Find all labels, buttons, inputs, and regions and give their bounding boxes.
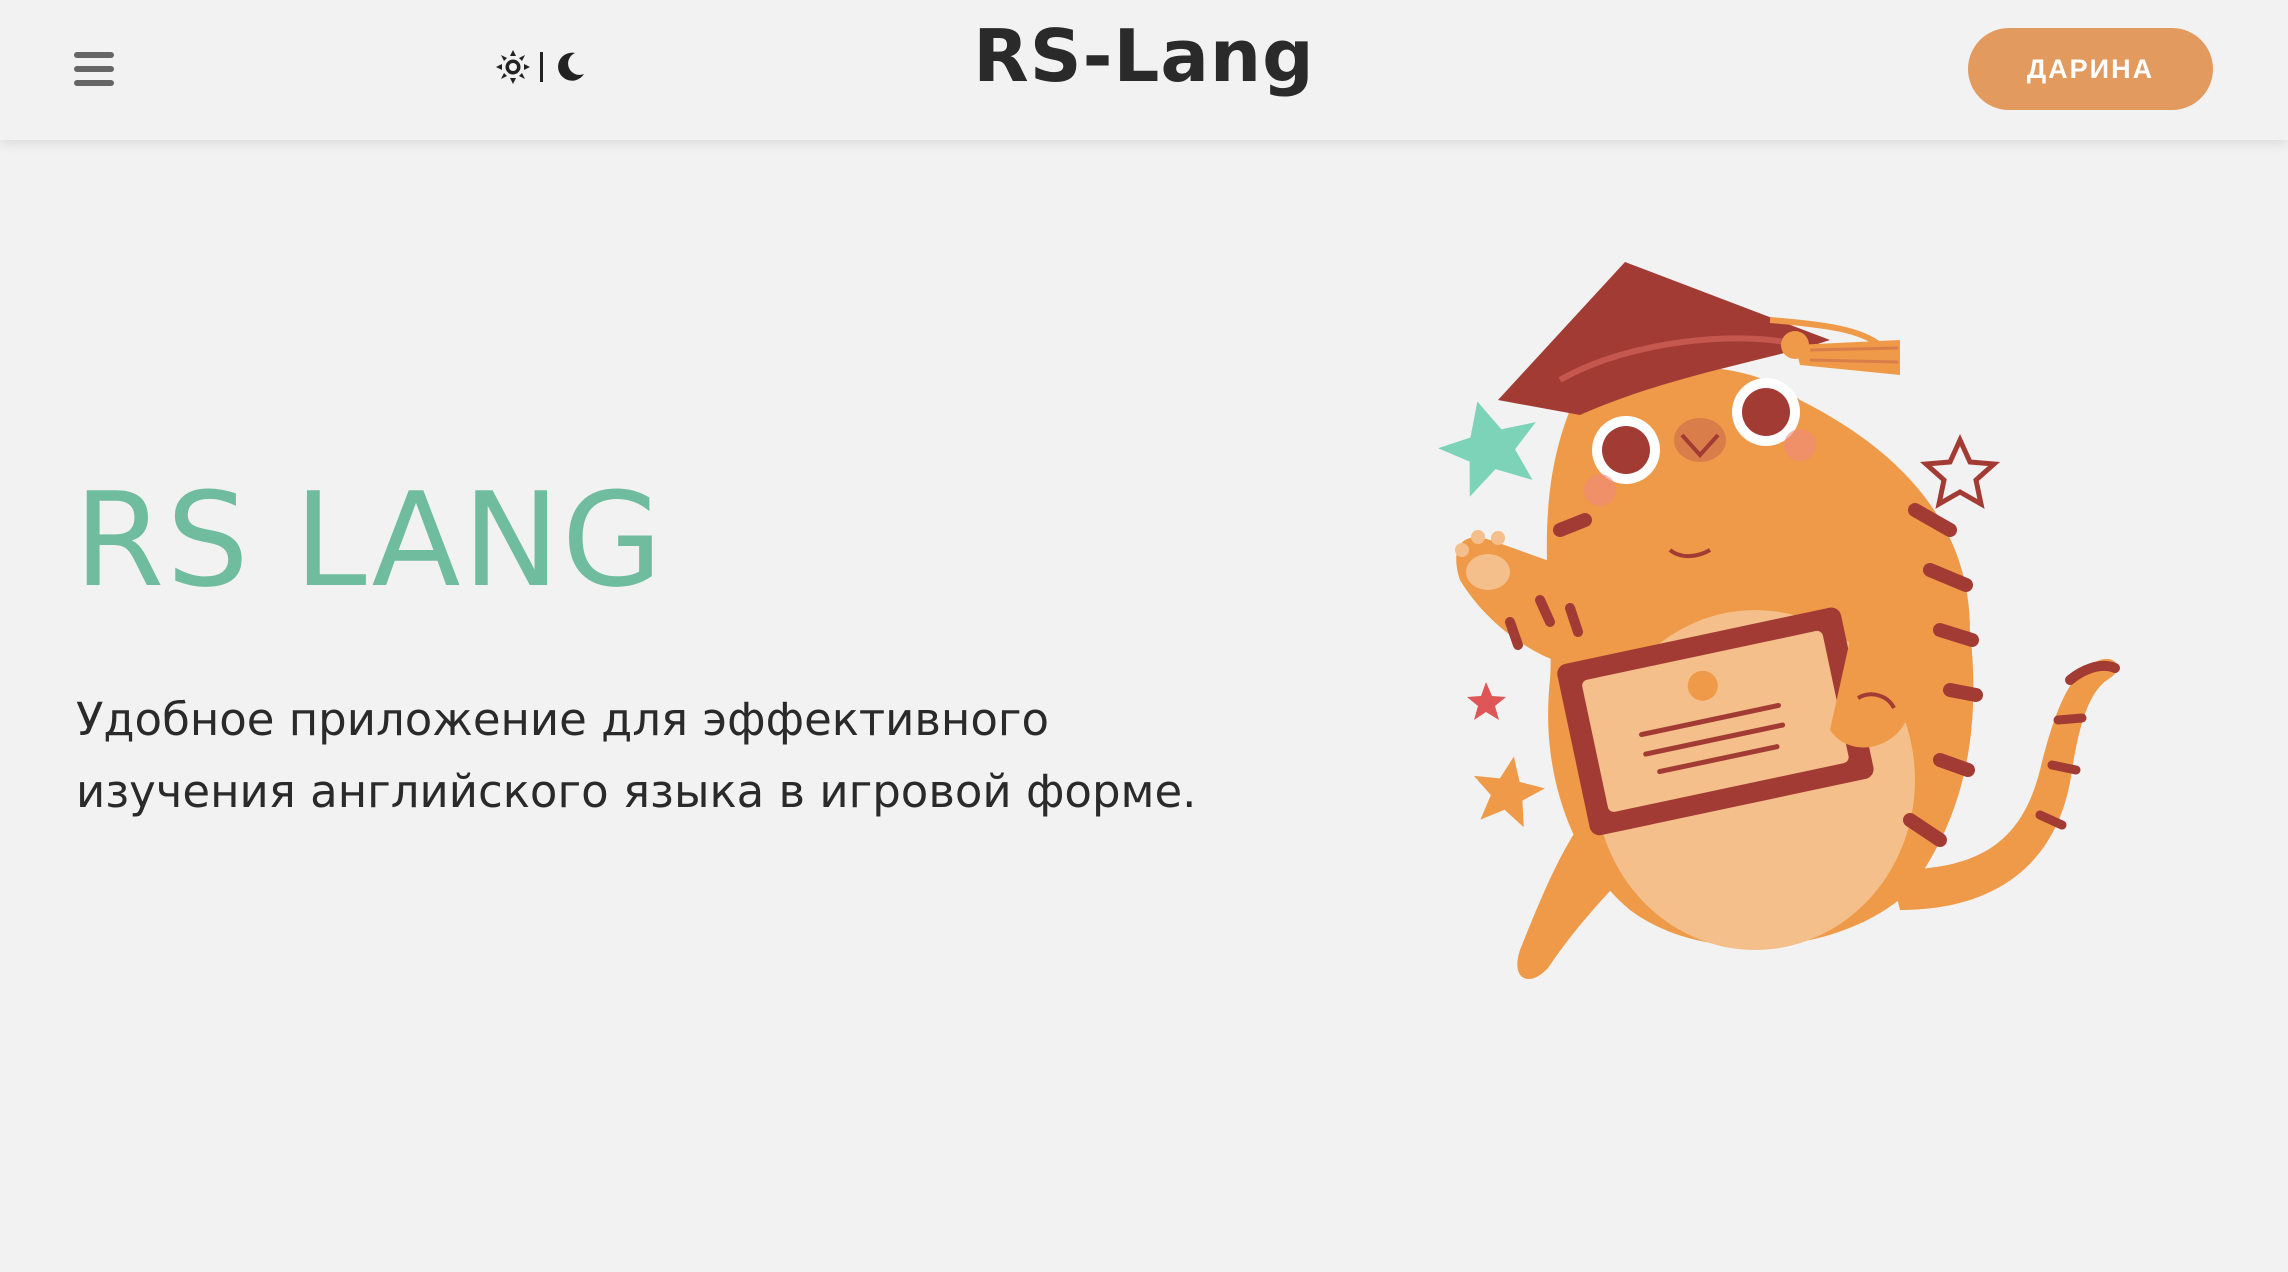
theme-toggle[interactable] — [496, 46, 587, 88]
sun-icon[interactable] — [496, 50, 530, 84]
site-header: RS-Lang ДАРИНА — [0, 0, 2288, 140]
star-orange-icon — [1473, 756, 1545, 828]
menu-bar — [74, 66, 114, 72]
graduate-cat-illustration — [1438, 262, 2120, 980]
moon-icon[interactable] — [553, 50, 587, 84]
hamburger-menu-icon[interactable] — [66, 44, 126, 94]
star-red-icon — [1467, 682, 1506, 720]
theme-separator — [540, 52, 543, 82]
menu-bar — [74, 52, 114, 58]
user-profile-button[interactable]: ДАРИНА — [1968, 28, 2213, 110]
star-outline-icon — [1919, 433, 2001, 509]
menu-bar — [74, 80, 114, 86]
site-title: RS-Lang — [973, 14, 1315, 98]
hero-description-line-1: Удобное приложение для эффективного — [76, 693, 1050, 746]
hero-description: Удобное приложение для эффективного изуч… — [76, 684, 1256, 828]
hero-title: RS LANG — [74, 464, 665, 616]
hero-description-line-2: изучения английского языка в игровой фор… — [76, 765, 1197, 818]
